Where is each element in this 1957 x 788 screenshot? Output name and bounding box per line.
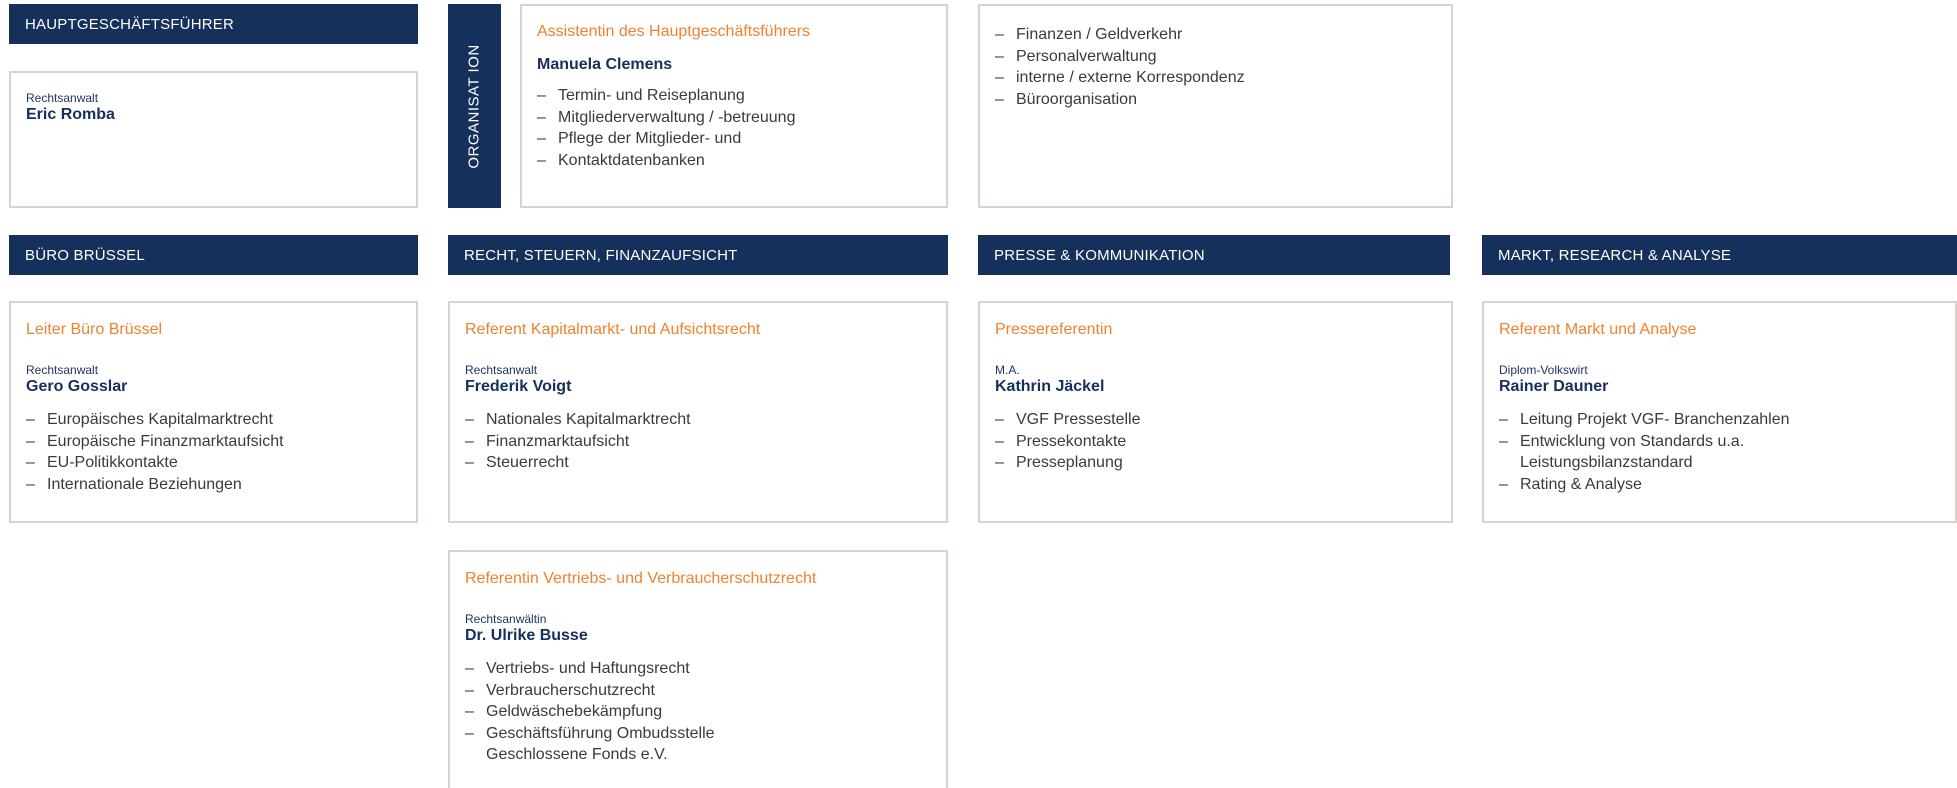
list-item: Geschäftsführung Ombudsstelle Geschlosse… <box>465 723 765 766</box>
role-title: Pressereferentin <box>995 321 1113 338</box>
list-item: Internationale Beziehungen <box>26 474 400 496</box>
duties-list: Vertriebs- und Haftungsrecht Verbraucher… <box>465 658 765 766</box>
person-name: Rainer Dauner <box>1499 378 1609 395</box>
person-name: Kathrin Jäckel <box>995 378 1105 395</box>
organisation-vertical-label: ORGANISAT ION <box>466 43 484 169</box>
person-name: Gero Gosslar <box>26 378 128 395</box>
card-organisation-duties: Finanzen / Geldverkehr Personalverwaltun… <box>978 4 1453 208</box>
section-header-recht: RECHT, STEUERN, FINANZAUFSICHT <box>448 235 948 275</box>
list-item: Europäische Finanzmarktaufsicht <box>26 431 400 453</box>
role-title: Referent Kapitalmarkt- und Aufsichtsrech… <box>465 321 761 338</box>
list-item: Steuerrecht <box>465 452 930 474</box>
duties-list: Nationales Kapitalmarktrecht Finanzmarkt… <box>465 409 930 474</box>
person-title: Rechtsanwalt <box>26 363 99 377</box>
role-title: Leiter Büro Brüssel <box>26 321 163 338</box>
card-hgf: Rechtsanwalt Eric Romba <box>9 71 418 208</box>
duties-list: Termin- und Reiseplanung Mitgliederverwa… <box>537 85 930 171</box>
role-title: Assistentin des Hauptgeschäftsführers <box>537 23 811 40</box>
section-header-markt: MARKT, RESEARCH & ANALYSE <box>1482 235 1957 275</box>
person-name: Frederik Voigt <box>465 378 572 395</box>
list-item: Büroorganisation <box>995 89 1435 111</box>
list-item: EU-Politikkontakte <box>26 452 400 474</box>
person-name: Manuela Clemens <box>537 56 673 73</box>
list-item: Presseplanung <box>995 452 1435 474</box>
list-item: Finanzmarktaufsicht <box>465 431 930 453</box>
list-item: Termin- und Reiseplanung <box>537 85 930 107</box>
list-item: Nationales Kapitalmarktrecht <box>465 409 930 431</box>
section-header-label: MARKT, RESEARCH & ANALYSE <box>1498 246 1732 264</box>
list-item: Europäisches Kapitalmarktrecht <box>26 409 400 431</box>
section-header-presse: PRESSE & KOMMUNIKATION <box>978 235 1450 275</box>
list-item: Pressekontakte <box>995 431 1435 453</box>
organisation-vertical-header: ORGANISAT ION <box>448 4 501 208</box>
section-header-buero-bruessel: BÜRO BRÜSSEL <box>9 235 418 275</box>
list-item: Kontaktdatenbanken <box>537 150 930 172</box>
person-title: M.A. <box>995 363 1020 377</box>
list-item: VGF Pressestelle <box>995 409 1435 431</box>
duties-list: Finanzen / Geldverkehr Personalverwaltun… <box>995 24 1435 110</box>
card-buero-bruessel: Leiter Büro Brüssel Rechtsanwalt Gero Go… <box>9 301 418 523</box>
list-item: Geldwäschebekämpfung <box>465 701 765 723</box>
section-header-label: RECHT, STEUERN, FINANZAUFSICHT <box>464 246 738 264</box>
list-item: Vertriebs- und Haftungsrecht <box>465 658 765 680</box>
list-item: Personalverwaltung <box>995 46 1435 68</box>
list-item: Finanzen / Geldverkehr <box>995 24 1435 46</box>
card-vertriebs-verbraucherschutz: Referentin Vertriebs- und Verbrauchersch… <box>448 550 948 788</box>
duties-list: Europäisches Kapitalmarktrecht Europäisc… <box>26 409 400 495</box>
section-header-label: HAUPTGESCHÄFTSFÜHRER <box>25 15 235 33</box>
person-title: Rechtsanwalt <box>465 363 538 377</box>
person-name: Dr. Ulrike Busse <box>465 627 588 644</box>
list-item: Mitgliederverwaltung / -betreuung <box>537 107 930 129</box>
list-item: interne / externe Korrespondenz <box>995 67 1435 89</box>
card-organisation-assistant: Assistentin des Hauptgeschäftsführers Ma… <box>520 4 948 208</box>
role-title: Referent Markt und Analyse <box>1499 321 1697 338</box>
person-title: Diplom-Volkswirt <box>1499 363 1588 377</box>
list-item: Entwicklung von Standards u.a. Leistungs… <box>1499 431 1829 474</box>
card-recht: Referent Kapitalmarkt- und Aufsichtsrech… <box>448 301 948 523</box>
section-header-label: BÜRO BRÜSSEL <box>25 246 145 264</box>
list-item: Verbraucherschutzrecht <box>465 680 765 702</box>
person-title: Rechtsanwalt <box>26 91 99 105</box>
duties-list: Leitung Projekt VGF- Branchenzahlen Entw… <box>1499 409 1829 495</box>
section-header-label: PRESSE & KOMMUNIKATION <box>994 246 1205 264</box>
person-name: Eric Romba <box>26 106 115 123</box>
duties-list: VGF Pressestelle Pressekontakte Pressepl… <box>995 409 1435 474</box>
list-item: Leitung Projekt VGF- Branchenzahlen <box>1499 409 1829 431</box>
list-item: Rating & Analyse <box>1499 474 1829 496</box>
card-markt: Referent Markt und Analyse Diplom-Volksw… <box>1482 301 1957 523</box>
list-item: Pflege der Mitglieder- und <box>537 128 930 150</box>
card-presse: Pressereferentin M.A. Kathrin Jäckel VGF… <box>978 301 1453 523</box>
section-header-hgf: HAUPTGESCHÄFTSFÜHRER <box>9 4 418 44</box>
role-title: Referentin Vertriebs- und Verbrauchersch… <box>465 570 817 587</box>
person-title: Rechtsanwältin <box>465 612 547 626</box>
